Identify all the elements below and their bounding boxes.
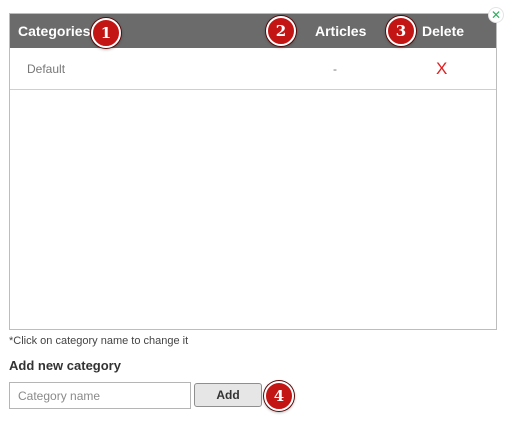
header-categories: Categories <box>18 23 91 39</box>
article-count: - <box>333 62 337 76</box>
close-icon[interactable]: ✕ <box>488 7 504 23</box>
category-name-link[interactable]: Default <box>27 48 65 90</box>
header-articles: Articles <box>315 23 367 39</box>
add-category-title: Add new category <box>9 358 121 373</box>
table-row: Default - X <box>10 48 496 90</box>
category-name-input[interactable] <box>9 382 191 409</box>
callout-badge-1: 1 <box>91 18 121 48</box>
add-category-button[interactable]: Add <box>194 383 262 407</box>
callout-badge-4: 4 <box>264 381 294 411</box>
header-delete: Delete <box>422 23 465 39</box>
categories-panel: Categories Articles Delete Default - X <box>9 13 497 330</box>
delete-category-button[interactable]: X <box>436 48 447 90</box>
edit-hint-text: *Click on category name to change it <box>9 335 189 347</box>
callout-badge-2: 2 <box>266 16 296 46</box>
callout-badge-3: 3 <box>386 16 416 46</box>
table-header: Categories Articles Delete <box>10 14 496 48</box>
